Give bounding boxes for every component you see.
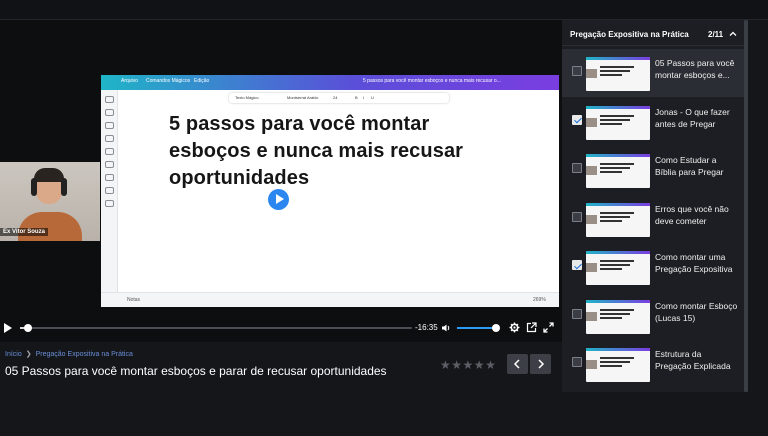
rating-stars[interactable]: ★★★★★ (440, 358, 496, 372)
course-title: Pregação Expositiva na Prática (570, 30, 689, 39)
lesson-label: Estrutura da Pregação Explicada (655, 349, 731, 371)
editor-text-toolbar: Texto Mágico Montserrat Arabic 24 B I U (229, 93, 449, 103)
lesson-label: Erros que você não deve cometer (655, 203, 729, 226)
photos-icon (105, 174, 114, 181)
slide-heading: 5 passos para você montar esboços e nunc… (169, 113, 464, 189)
lesson-list-item[interactable]: Estrutura da Pregação Explicada (562, 340, 744, 388)
completion-checkbox[interactable] (572, 114, 582, 125)
video-player[interactable]: Arquivo Comandos Mágicos Edição 5 passos… (0, 20, 562, 342)
star-icon[interactable]: ★ (440, 358, 451, 372)
lesson-thumbnail (586, 299, 650, 334)
lesson-list-item[interactable]: Como Estudar a Bíblia para Pregar (562, 146, 744, 194)
scrollbar-thumb[interactable] (744, 20, 748, 392)
projects-icon (105, 148, 114, 155)
brand-icon (105, 122, 114, 129)
center-play-button[interactable] (268, 189, 289, 210)
star-icon[interactable]: ★ (485, 358, 496, 372)
chevron-right-icon: ❯ (25, 351, 32, 358)
lesson-title: 05 Passos para você montar esboços e par… (5, 364, 387, 378)
popout-icon[interactable] (526, 322, 537, 333)
toolbar-underline: U (371, 95, 374, 100)
app-window: Arquivo Comandos Mágicos Edição 5 passos… (0, 0, 768, 436)
editor-menu-file: Arquivo (121, 78, 138, 84)
volume-handle[interactable] (491, 324, 500, 332)
star-icon[interactable]: ★ (463, 358, 474, 372)
player-controls: -16:35 (0, 318, 562, 338)
previous-lesson-button[interactable] (507, 354, 528, 374)
next-lesson-button[interactable] (530, 354, 551, 374)
lesson-label: Como montar uma Pregação Expositiva (655, 252, 733, 274)
video-icon (105, 187, 114, 194)
editor-notes: Notas (127, 297, 141, 303)
lesson-thumbnail (586, 57, 650, 91)
text-icon (105, 200, 114, 207)
toolbar-magic-text: Texto Mágico (235, 95, 259, 100)
completion-checkbox[interactable] (572, 260, 582, 270)
completion-checkbox[interactable] (572, 211, 582, 222)
video-frame: Arquivo Comandos Mágicos Edição 5 passos… (101, 75, 559, 307)
top-bar (0, 0, 768, 20)
lesson-list-item[interactable]: Jonas - O que fazer antes de Pregar (562, 98, 744, 146)
webcam-label: Ex Vitor Souza (0, 228, 48, 236)
editor-menu-magic: Comandos Mágicos (146, 78, 191, 84)
completion-checkbox[interactable] (572, 163, 582, 173)
lesson-list-item[interactable]: Como montar Esboço (Lucas 15) (562, 292, 744, 340)
toolbar-bold: B (355, 95, 358, 100)
completion-checkbox[interactable] (572, 66, 582, 76)
elements-icon (105, 109, 114, 116)
toolbar-italic: I (363, 95, 365, 100)
lesson-thumbnail (586, 348, 650, 382)
settings-gear-icon[interactable] (509, 322, 520, 333)
lesson-counter: 2/11 (708, 30, 724, 39)
editor-header: Arquivo Comandos Mágicos Edição 5 passos… (101, 75, 559, 90)
breadcrumb-home[interactable]: Início (5, 351, 22, 358)
volume-slider[interactable] (457, 324, 500, 332)
editor-zoom: 269% (533, 297, 546, 303)
volume-level (457, 327, 496, 329)
time-remaining: -16:35 (415, 323, 438, 332)
design-icon (105, 96, 114, 103)
seek-handle[interactable] (23, 324, 32, 332)
sidebar-header[interactable]: Pregação Expositiva na Prática 2/11 (562, 20, 748, 46)
lesson-info: Início ❯ Pregação Expositiva na Prática 05… (0, 342, 562, 436)
chevron-up-icon[interactable] (729, 30, 737, 38)
sidebar-scrollbar[interactable] (744, 20, 748, 392)
play-icon[interactable] (4, 323, 12, 333)
editor-menu-edit: Edição (194, 78, 210, 84)
star-icon[interactable]: ★ (451, 358, 462, 372)
star-icon[interactable]: ★ (474, 358, 485, 372)
editor-sidebar (101, 90, 118, 292)
upload-icon (105, 135, 114, 142)
toolbar-font: Montserrat Arabic (287, 95, 319, 100)
lesson-list-item[interactable]: Como montar uma Pregação Expositiva (562, 243, 744, 291)
lesson-label: Como montar Esboço (Lucas 15) (655, 300, 738, 323)
lesson-list-item[interactable]: 05 Passos para você montar esboços e... (562, 49, 744, 97)
lesson-label: Jonas - O que fazer antes de Pregar (655, 106, 730, 129)
seek-bar[interactable] (20, 324, 412, 332)
completion-checkbox[interactable] (572, 308, 582, 319)
fullscreen-icon[interactable] (543, 322, 554, 333)
editor-doc-title: 5 passos para você montar esboços e nunc… (363, 78, 501, 84)
lesson-thumbnail (586, 105, 650, 140)
lesson-thumbnail (586, 202, 650, 237)
chevron-right-icon (538, 359, 545, 369)
completion-checkbox[interactable] (572, 357, 582, 367)
webcam-overlay: Ex Vitor Souza (0, 162, 100, 241)
lesson-thumbnail (586, 251, 650, 285)
breadcrumb: Início ❯ Pregação Expositiva na Prática (5, 350, 133, 358)
editor-footer: Notas 269% (101, 292, 559, 307)
apps-icon (105, 161, 114, 168)
toolbar-size: 24 (333, 95, 338, 100)
lesson-label: 05 Passos para você montar esboços e... (655, 58, 735, 80)
chevron-left-icon (513, 359, 520, 369)
lesson-list-item[interactable]: Erros que você não deve cometer (562, 195, 744, 243)
lesson-thumbnail (586, 154, 650, 188)
lesson-sidebar: Pregação Expositiva na Prática 2/11 05 P… (562, 20, 748, 392)
breadcrumb-course[interactable]: Pregação Expositiva na Prática (36, 351, 133, 358)
headphone-icon (31, 178, 37, 196)
volume-icon[interactable] (441, 323, 451, 333)
lesson-label: Como Estudar a Bíblia para Pregar (655, 155, 724, 177)
